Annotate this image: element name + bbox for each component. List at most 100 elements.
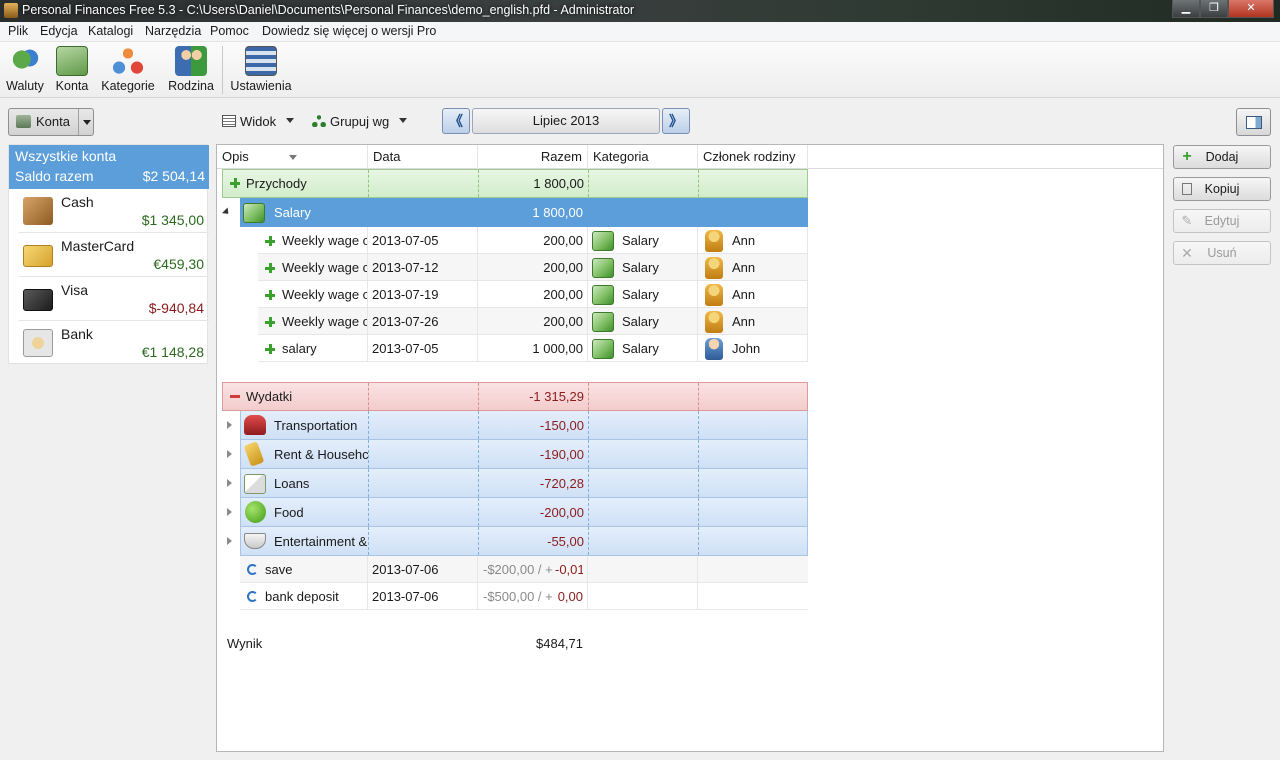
cell-divider — [367, 254, 368, 281]
expenses-group-row[interactable]: Wydatki -1 315,29 — [222, 382, 808, 411]
period-selector[interactable]: Lipiec 2013 — [472, 108, 660, 134]
add-button[interactable]: + Dodaj — [1173, 145, 1271, 169]
delete-button[interactable]: ✕ Usuń — [1173, 241, 1271, 265]
previous-period-button[interactable]: 《 — [442, 108, 470, 134]
category-row-loans[interactable]: Loans -720,28 — [240, 469, 808, 498]
maximize-button[interactable]: ❐ — [1200, 0, 1228, 18]
account-name: Cash — [61, 194, 94, 210]
income-group-row[interactable]: Przychody 1 800,00 — [222, 169, 808, 198]
credit-card-gold-icon — [23, 245, 53, 267]
transaction-row[interactable]: Weekly wage c 2013-07-05 200,00 Salary A… — [258, 227, 808, 254]
close-button[interactable]: ✕ — [1228, 0, 1274, 18]
transaction-amount: 200,00 — [543, 260, 583, 275]
transaction-member: Ann — [732, 287, 756, 302]
copy-icon — [1182, 183, 1192, 195]
category-row-rent[interactable]: Rent & Househc -190,00 — [240, 440, 808, 469]
expand-arrow-icon[interactable] — [227, 450, 232, 458]
expand-arrow-icon[interactable] — [227, 508, 232, 516]
female-user-icon — [705, 230, 723, 252]
minimize-button[interactable]: ▁ — [1172, 0, 1200, 18]
category-row-entertainment[interactable]: Entertainment & -55,00 — [240, 527, 808, 556]
expand-arrow-icon[interactable] — [227, 479, 232, 487]
edit-label: Edytuj — [1204, 214, 1240, 228]
window-controls: ▁ ❐ ✕ — [1172, 0, 1274, 18]
column-header-kategoria[interactable]: Kategoria — [588, 145, 698, 169]
currency-exchange-icon — [9, 46, 41, 76]
transaction-category: Salary — [622, 233, 659, 248]
category-row-transportation[interactable]: Transportation -150,00 — [240, 411, 808, 440]
category-total: -55,00 — [547, 534, 584, 549]
transactions-grid: Opis Data Razem Kategoria Członek rodzin… — [216, 144, 1164, 752]
transfer-amount-source: -$500,00 / + — [483, 589, 553, 604]
category-row-salary[interactable]: Salary 1 800,00 — [240, 198, 808, 227]
category-total: -190,00 — [539, 447, 584, 462]
transaction-description: Weekly wage c — [282, 260, 368, 275]
accounts-dropdown-button[interactable]: Konta — [8, 108, 94, 136]
accounts-icon — [16, 115, 31, 128]
next-period-button[interactable]: 》 — [662, 108, 690, 134]
transaction-date: 2013-07-19 — [372, 287, 439, 302]
transfer-icon — [247, 591, 258, 602]
edit-button[interactable]: ✎ Edytuj — [1173, 209, 1271, 233]
panel-toggle-button[interactable] — [1236, 108, 1271, 136]
konta-label: Konta — [55, 79, 89, 93]
add-label: Dodaj — [1205, 150, 1239, 164]
chevron-down-icon — [399, 118, 408, 127]
account-balance: $-940,84 — [148, 300, 204, 316]
family-people-icon — [175, 46, 207, 76]
menu-pro-info[interactable]: Dowiedz się więcej o wersji Pro — [262, 24, 436, 38]
column-header-razem[interactable]: Razem — [478, 145, 588, 169]
accounts-button-main[interactable]: Konta — [9, 109, 79, 135]
transaction-row[interactable]: Weekly wage c 2013-07-12 200,00 Salary A… — [258, 254, 808, 281]
rodzina-button[interactable]: Rodzina — [166, 44, 216, 96]
column-divider — [698, 170, 699, 197]
column-divider — [368, 527, 369, 555]
money-icon — [592, 231, 614, 251]
column-divider — [588, 498, 589, 526]
cell-divider — [697, 556, 698, 582]
transaction-description: Weekly wage c — [282, 314, 368, 329]
category-row-food[interactable]: Food -200,00 — [240, 498, 808, 527]
all-accounts-item[interactable]: Wszystkie konta Saldo razem $2 504,14 — [9, 145, 209, 189]
waluty-button[interactable]: Waluty — [4, 44, 46, 96]
transaction-row[interactable]: Weekly wage c 2013-07-19 200,00 Salary A… — [258, 281, 808, 308]
copy-button[interactable]: Kopiuj — [1173, 177, 1271, 201]
account-item-cash[interactable]: Cash $1 345,00 — [19, 189, 209, 233]
menu-plik[interactable]: Plik — [8, 24, 28, 38]
expand-arrow-icon[interactable] — [227, 537, 232, 545]
account-item-visa[interactable]: Visa $-940,84 — [19, 277, 209, 321]
ustawienia-button[interactable]: Ustawienia — [228, 44, 294, 96]
main-toolbar: Waluty Konta Kategorie Rodzina Ustawieni… — [0, 42, 1280, 98]
kategorie-button[interactable]: Kategorie — [98, 44, 158, 96]
column-header-czlonek[interactable]: Członek rodziny — [698, 145, 808, 169]
chevron-down-icon[interactable] — [78, 109, 93, 135]
transfer-row[interactable]: save 2013-07-06 -$200,00 / + -0,01 — [240, 556, 808, 583]
transaction-category: Salary — [622, 341, 659, 356]
collapse-arrow-icon[interactable] — [221, 207, 235, 220]
envelope-icon — [244, 474, 266, 494]
accounts-panel: Wszystkie konta Saldo razem $2 504,14 Ca… — [8, 144, 209, 365]
konta-toolbar-button[interactable]: Konta — [52, 44, 92, 96]
view-dropdown[interactable]: Widok — [222, 114, 295, 129]
all-accounts-title: Wszystkie konta — [15, 148, 117, 164]
menu-narzedzia[interactable]: Narzędzia — [145, 24, 201, 38]
group-by-dropdown[interactable]: Grupuj wg — [312, 114, 408, 129]
column-divider — [588, 469, 589, 497]
column-divider — [698, 527, 699, 555]
column-header-data[interactable]: Data — [368, 145, 478, 169]
female-user-icon — [705, 284, 723, 306]
menu-katalogi[interactable]: Katalogi — [88, 24, 133, 38]
plus-icon — [230, 178, 240, 188]
transaction-row[interactable]: Weekly wage c 2013-07-26 200,00 Salary A… — [258, 308, 808, 335]
column-divider — [368, 411, 369, 439]
menu-pomoc[interactable]: Pomoc — [210, 24, 249, 38]
column-header-opis[interactable]: Opis — [217, 145, 368, 169]
transfer-row[interactable]: bank deposit 2013-07-06 -$500,00 / + 0,0… — [240, 583, 808, 610]
category-name: Loans — [274, 476, 310, 491]
account-item-mastercard[interactable]: MasterCard €459,30 — [19, 233, 209, 277]
account-item-bank[interactable]: Bank €1 148,28 — [19, 321, 209, 365]
transaction-row[interactable]: salary 2013-07-05 1 000,00 Salary John — [258, 335, 808, 362]
expand-arrow-icon[interactable] — [227, 421, 232, 429]
menu-edycja[interactable]: Edycja — [40, 24, 78, 38]
cell-divider — [477, 583, 478, 609]
